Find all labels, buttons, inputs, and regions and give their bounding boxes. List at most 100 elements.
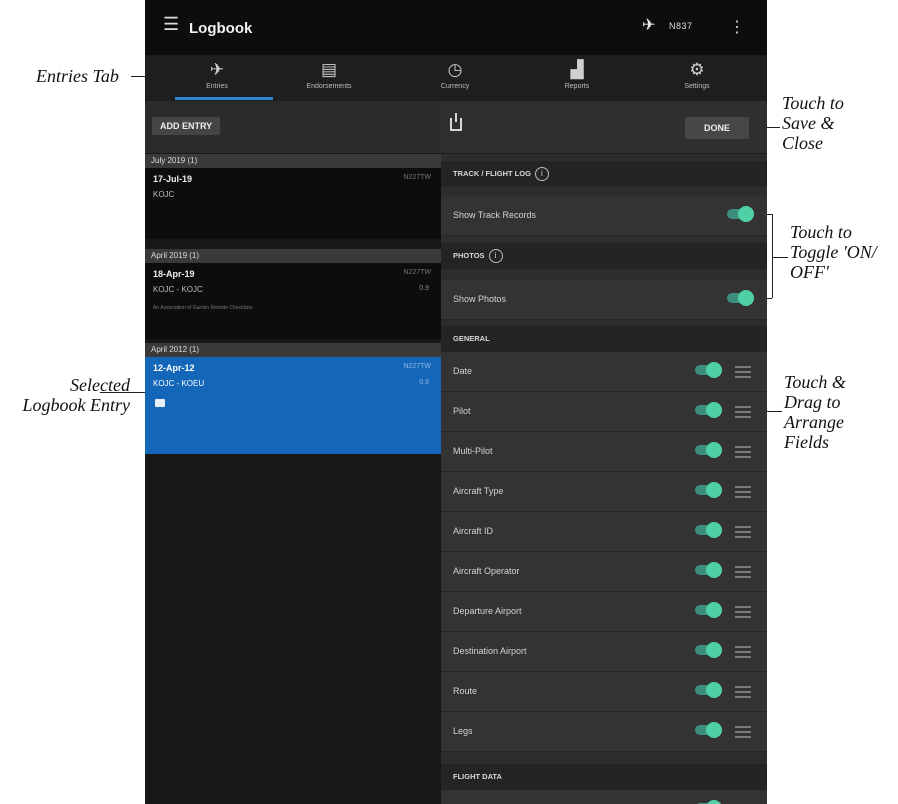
field-label: Pilot <box>453 406 471 416</box>
month-group-header: April 2019 (1) <box>145 249 441 263</box>
entry-tail: N227TW <box>403 174 431 181</box>
hamburger-icon[interactable]: ☰ <box>163 14 179 35</box>
field-label: Route <box>453 686 478 696</box>
done-button[interactable]: DONE <box>685 117 749 139</box>
airplane-icon: ✈ <box>209 60 225 79</box>
gear-icon: ⚙ <box>689 60 705 79</box>
field-row: Aircraft ID <box>441 512 767 552</box>
vertical-dots-icon[interactable]: ⋮ <box>729 17 745 37</box>
drag-handle-icon[interactable] <box>735 366 751 378</box>
toggle-switch[interactable] <box>695 562 722 578</box>
field-label: Multi-Pilot <box>453 446 493 456</box>
entry-tail: N227TW <box>403 269 431 276</box>
toggle-switch[interactable] <box>695 442 722 458</box>
annotation-toggle-line2: Toggle 'ON/ <box>790 242 877 262</box>
field-row: Route <box>441 672 767 712</box>
tab-reports[interactable]: ▟ Reports <box>525 55 629 101</box>
annotation-toggle-line3: OFF' <box>790 262 829 282</box>
entries-toolbar: ADD ENTRY <box>145 101 441 153</box>
toggle-switch[interactable] <box>695 602 722 618</box>
toggle-switch[interactable] <box>727 290 754 306</box>
drag-handle-icon[interactable] <box>735 446 751 458</box>
tab-entries[interactable]: ✈ Entries <box>165 55 269 101</box>
info-icon[interactable]: i <box>488 249 503 264</box>
field-row: Destination Airport <box>441 632 767 672</box>
annotation-entries-tab: Entries Tab <box>36 66 119 86</box>
field-row <box>441 790 767 804</box>
toggle-switch[interactable] <box>695 402 722 418</box>
annotation-toggle: Touch to Toggle 'ON/ OFF' <box>790 222 877 282</box>
tab-settings[interactable]: ⚙ Settings <box>645 55 749 101</box>
tab-currency[interactable]: ◷ Currency <box>403 55 507 101</box>
annotation-selected-entry: Selected Logbook Entry <box>6 375 131 415</box>
entry-remarks: An Association of Garmin Remote Checklis… <box>153 305 253 311</box>
toggle-switch[interactable] <box>727 206 754 222</box>
drag-handle-icon[interactable] <box>735 646 751 658</box>
chart-icon: ▟ <box>570 60 584 79</box>
drag-handle-icon[interactable] <box>735 566 751 578</box>
drag-handle-icon[interactable] <box>735 526 751 538</box>
active-tab-indicator <box>175 97 273 100</box>
selected-logbook-entry[interactable]: 12-Apr-12 N227TW KOJC - KOEU 0.9 <box>145 357 441 454</box>
add-entry-button[interactable]: ADD ENTRY <box>152 117 221 135</box>
toggle-switch[interactable] <box>695 682 722 698</box>
field-label: Legs <box>453 726 473 736</box>
setting-label: Show Track Records <box>453 210 537 220</box>
entry-date: 18-Apr-19 <box>153 269 195 279</box>
field-label: Aircraft Type <box>453 486 504 496</box>
entry-route: KOJC - KOJC <box>153 285 203 294</box>
drag-handle-icon[interactable] <box>735 486 751 498</box>
tab-bar: ✈ Entries ▤ Endorsements ◷ Currency ▟ Re… <box>145 55 767 101</box>
annotation-toggle-line1: Touch to <box>790 222 852 242</box>
annotation-save-line1: Touch to <box>782 93 844 113</box>
tablet-screen: ☰ Logbook ✈ N837 ⋮ ✈ Entries ▤ Endorseme… <box>145 0 767 804</box>
toggle-switch[interactable] <box>695 482 722 498</box>
tab-label: Settings <box>684 83 710 90</box>
field-row: Date <box>441 352 767 392</box>
info-icon[interactable]: i <box>534 167 549 182</box>
annotation-drag: Touch & Drag to Arrange Fields <box>784 372 846 452</box>
field-row: Pilot <box>441 392 767 432</box>
annotation-save-line3: Close <box>782 133 824 153</box>
annotation-drag-line1: Touch & <box>784 372 846 392</box>
entry-route: KOJC <box>153 190 175 199</box>
tab-endorsements[interactable]: ▤ Endorsements <box>277 55 381 101</box>
attachment-icon <box>155 399 165 407</box>
entry-route: KOJC - KOEU <box>153 379 205 388</box>
field-label: Date <box>453 366 473 376</box>
toggle-switch[interactable] <box>695 522 722 538</box>
section-header-photos: PHOTOS i <box>441 243 767 269</box>
annotation-selected-entry-line2: Logbook Entry <box>22 395 131 415</box>
entry-tail: N227TW <box>403 363 431 370</box>
drag-handle-icon[interactable] <box>735 686 751 698</box>
drag-handle-icon[interactable] <box>735 606 751 618</box>
field-label: Destination Airport <box>453 646 527 656</box>
logbook-entry[interactable]: 17-Jul-19 N227TW KOJC <box>145 168 441 239</box>
field-row: Multi-Pilot <box>441 432 767 472</box>
section-header-flight-data: FLIGHT DATA <box>441 764 767 790</box>
entry-date: 12-Apr-12 <box>153 363 195 373</box>
aircraft-tail-number[interactable]: N837 <box>669 21 693 31</box>
annotation-bracket-vertical <box>772 214 773 298</box>
entry-date: 17-Jul-19 <box>153 174 193 184</box>
airplane-icon[interactable]: ✈ <box>642 15 655 35</box>
setting-label: Show Photos <box>453 294 507 304</box>
section-title: PHOTOS <box>453 251 485 260</box>
toggle-switch[interactable] <box>695 362 722 378</box>
toggle-switch[interactable] <box>695 642 722 658</box>
field-row: Aircraft Type <box>441 472 767 512</box>
app-title: Logbook <box>189 20 253 37</box>
tab-label: Currency <box>440 83 470 90</box>
settings-toolbar: DONE <box>441 101 767 154</box>
drag-handle-icon[interactable] <box>735 406 751 418</box>
share-icon[interactable] <box>450 113 462 131</box>
toggle-switch[interactable] <box>695 722 722 738</box>
field-row: Aircraft Operator <box>441 552 767 592</box>
tab-label: Reports <box>564 83 590 90</box>
annotation-bracket-tick <box>772 257 788 258</box>
annotation-drag-line2: Drag to <box>784 392 841 412</box>
logbook-entry[interactable]: 18-Apr-19 N227TW KOJC - KOJC 0.9 An Asso… <box>145 263 441 339</box>
field-row: Legs <box>441 712 767 752</box>
drag-handle-icon[interactable] <box>735 726 751 738</box>
entries-list-pane: ADD ENTRY July 2019 (1) 17-Jul-19 N227TW… <box>145 101 441 804</box>
